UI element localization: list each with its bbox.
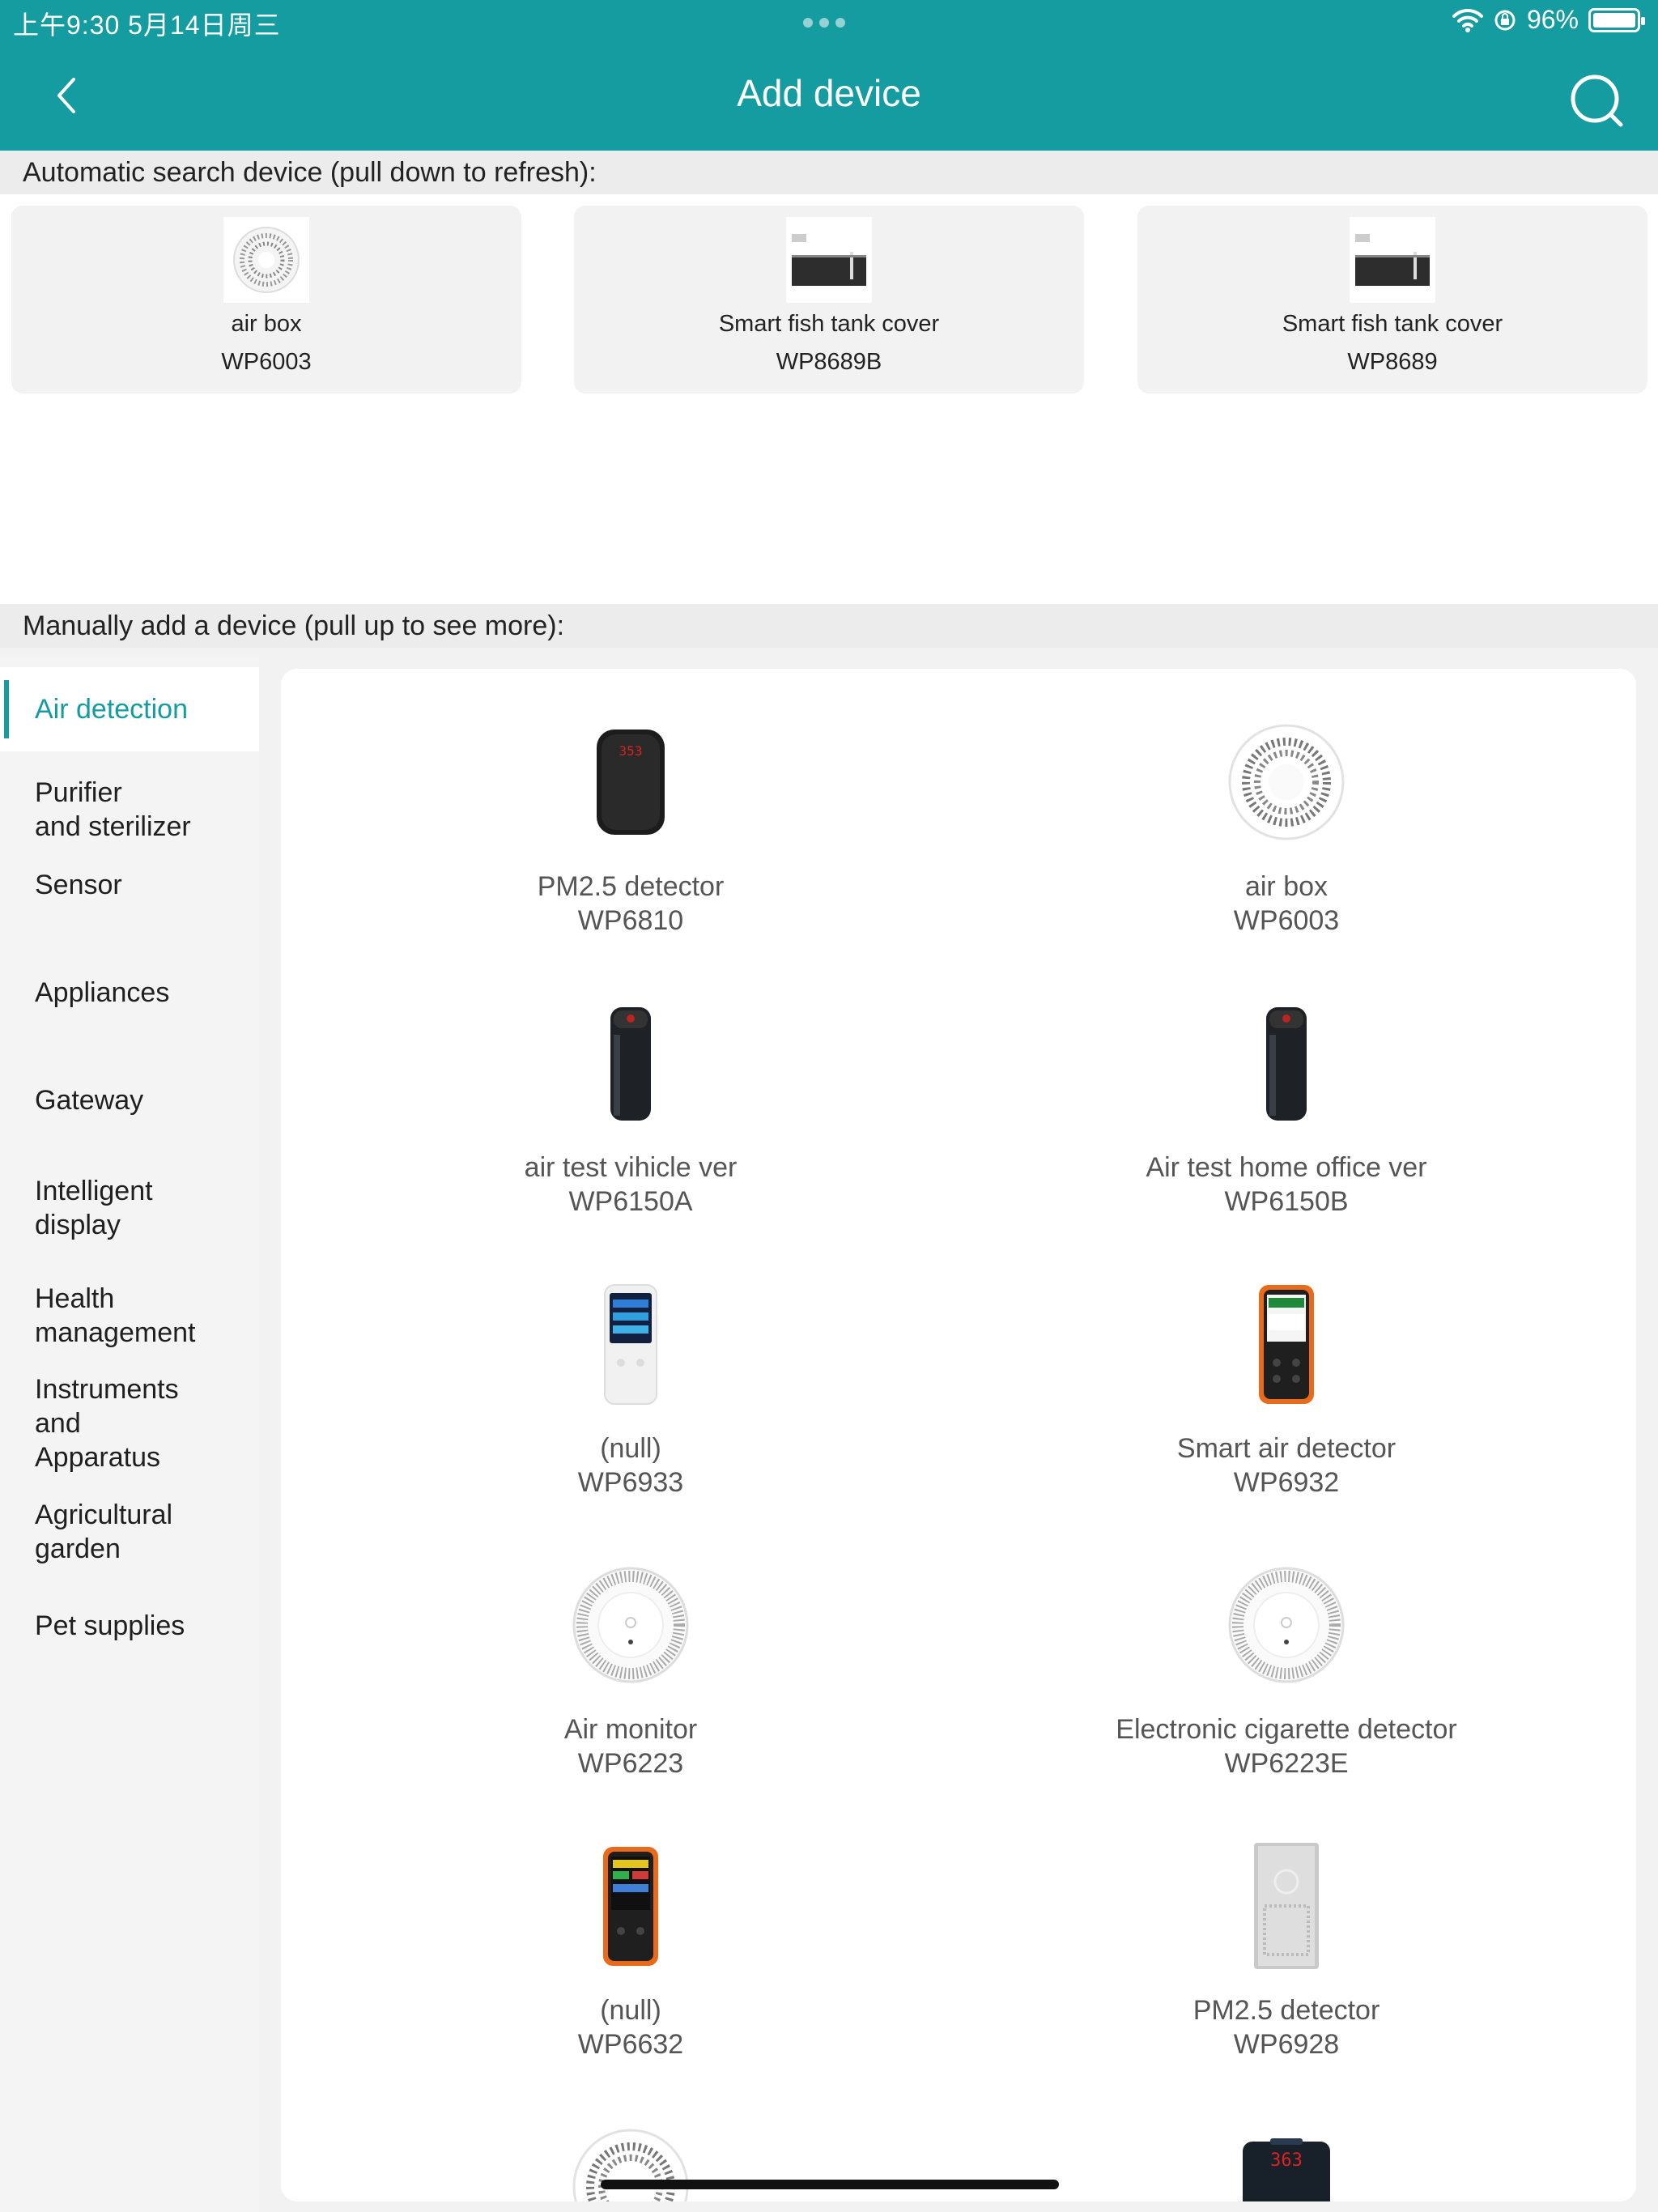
device-item-partial[interactable]: 363 — [1003, 2134, 1570, 2201]
svg-text:353: 353 — [619, 743, 643, 759]
app-header: 上午9:30 5月14日周三 96% Add device — [0, 0, 1658, 151]
device-name: Electronic cigarette detector — [1116, 1714, 1457, 1745]
round-airbox-icon — [566, 2122, 695, 2201]
fish-tank-cover-icon — [1350, 217, 1435, 303]
battery-percent: 96% — [1526, 5, 1579, 34]
found-device-card[interactable]: air box WP6003 — [11, 206, 521, 393]
found-device-card[interactable]: Smart fish tank cover WP8689 — [1137, 206, 1647, 393]
black-pm-detector-icon: 353 — [566, 717, 695, 847]
round-monitor-icon — [566, 1560, 695, 1690]
manual-add-heading: Manually add a device (pull up to see mo… — [0, 604, 1658, 648]
grey-panel-detector-icon — [1222, 1841, 1351, 1971]
device-item[interactable]: PM2.5 detector WP6928 — [1003, 1841, 1570, 2061]
home-indicator[interactable] — [601, 2180, 1059, 2189]
device-name: (null) — [600, 1995, 661, 2026]
status-right: 96% — [1452, 5, 1645, 35]
device-model: WP6223 — [577, 1748, 684, 1779]
black-display-detector-icon: 363 — [1222, 2134, 1351, 2201]
found-device-card[interactable]: Smart fish tank cover WP8689B — [574, 206, 1084, 393]
device-item[interactable]: 353 PM2.5 detector WP6810 — [347, 717, 914, 938]
device-name: (null) — [600, 1433, 661, 1464]
device-model: WP6932 — [1233, 1467, 1340, 1498]
round-monitor-icon — [1222, 1560, 1351, 1690]
category-gateway[interactable]: Gateway — [0, 1083, 259, 1117]
search-button[interactable] — [1567, 71, 1626, 130]
auto-search-heading: Automatic search device (pull down to re… — [0, 151, 1658, 194]
battery-icon — [1588, 7, 1645, 32]
found-device-name: Smart fish tank cover — [718, 311, 940, 337]
device-name: PM2.5 detector — [1192, 1995, 1380, 2026]
device-model: WP6003 — [1233, 905, 1340, 936]
device-name: air box — [1244, 871, 1329, 902]
orange-handheld-detector-icon — [1222, 1279, 1351, 1409]
category-agricultural[interactable]: Agricultural garden — [0, 1498, 259, 1566]
fish-tank-cover-icon — [786, 217, 872, 303]
device-name: Air test home office ver — [1146, 1152, 1427, 1183]
category-air-detection[interactable]: Air detection — [0, 667, 259, 751]
device-name: PM2.5 detector — [537, 871, 725, 902]
found-device-model: WP8689 — [1347, 349, 1438, 375]
category-health-management[interactable]: Health management — [0, 1282, 259, 1350]
device-model: WP6223E — [1224, 1748, 1349, 1779]
multitask-dots-icon[interactable] — [803, 18, 845, 28]
cylinder-tester-icon — [566, 998, 695, 1128]
device-grid[interactable]: 353 PM2.5 detector WP6810 air box WP6003 — [281, 669, 1636, 2201]
device-model: WP6933 — [577, 1467, 684, 1498]
wifi-icon — [1452, 8, 1483, 32]
device-item[interactable]: Air test home office ver WP6150B — [1003, 998, 1570, 1219]
device-item[interactable]: Electronic cigarette detector WP6223E — [1003, 1560, 1570, 1780]
white-handheld-detector-icon — [566, 1279, 695, 1409]
device-model: WP6632 — [577, 2029, 684, 2060]
device-model: WP6150B — [1224, 1186, 1349, 1217]
category-pet-supplies[interactable]: Pet supplies — [0, 1609, 259, 1643]
found-device-model: WP6003 — [221, 349, 312, 375]
found-device-name: Smart fish tank cover — [1282, 311, 1503, 337]
device-item[interactable]: air test vihicle ver WP6150A — [347, 998, 914, 1219]
category-sensor[interactable]: Sensor — [0, 868, 259, 902]
orientation-lock-icon — [1494, 10, 1516, 30]
category-purifier[interactable]: Purifier and sterilizer — [0, 776, 259, 844]
device-model: WP6928 — [1233, 2029, 1340, 2060]
category-appliances[interactable]: Appliances — [0, 976, 259, 1010]
category-instruments[interactable]: Instruments and Apparatus — [0, 1372, 259, 1474]
auto-search-area[interactable]: air box WP6003 Smart fish tank cover WP8… — [0, 194, 1658, 604]
device-name: air test vihicle ver — [524, 1152, 738, 1183]
device-model: WP6150A — [568, 1186, 693, 1217]
device-item-partial[interactable] — [347, 2122, 914, 2201]
orange-handheld-detector-icon — [566, 1841, 695, 1971]
found-device-name: air box — [231, 311, 302, 337]
device-item[interactable]: Air monitor WP6223 — [347, 1560, 914, 1780]
device-name: Air monitor — [563, 1714, 698, 1745]
device-item[interactable]: air box WP6003 — [1003, 717, 1570, 938]
device-item[interactable]: (null) WP6632 — [347, 1841, 914, 2061]
round-airbox-icon — [223, 217, 309, 303]
cylinder-tester-icon — [1222, 998, 1351, 1128]
round-airbox-icon — [1222, 717, 1351, 847]
search-icon — [1571, 74, 1623, 127]
device-model: WP6810 — [577, 905, 684, 936]
device-item[interactable]: Smart air detector WP6932 — [1003, 1279, 1570, 1499]
device-name: Smart air detector — [1176, 1433, 1397, 1464]
category-sidebar: Air detection Purifier and sterilizer Se… — [0, 656, 259, 2212]
status-time-date: 上午9:30 5月14日周三 — [13, 11, 281, 40]
page-title: Add device — [737, 72, 921, 114]
found-device-model: WP8689B — [776, 349, 882, 375]
device-item[interactable]: (null) WP6933 — [347, 1279, 914, 1499]
category-intelligent-display[interactable]: Intelligent display — [0, 1174, 259, 1242]
display-reading: 363 — [1270, 2150, 1303, 2171]
